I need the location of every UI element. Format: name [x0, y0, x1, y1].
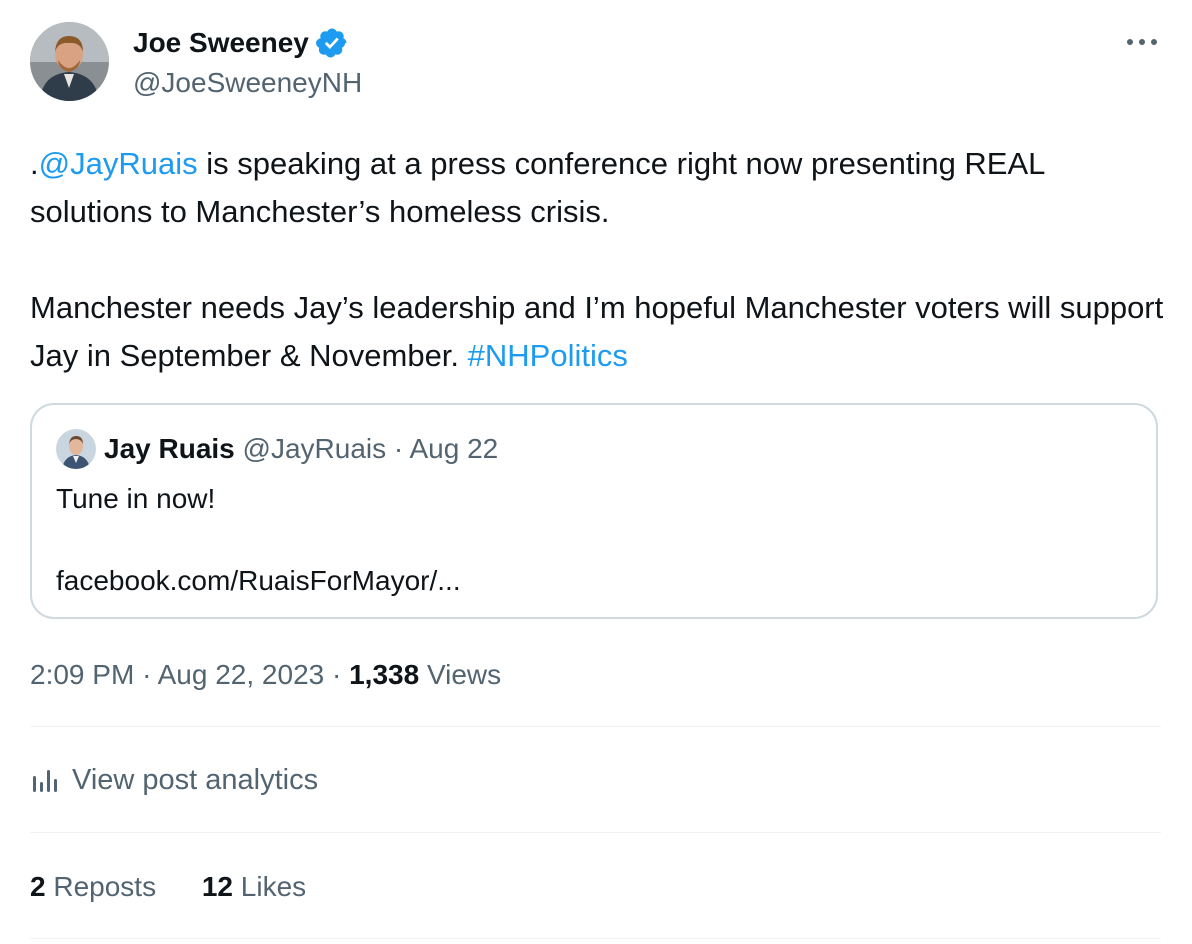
quoted-text: Tune in now! [56, 483, 216, 514]
engagement-stats: 2 Reposts 12 Likes [30, 869, 306, 905]
tweet-prefix: . [30, 146, 39, 181]
author-name-text[interactable]: Joe Sweeney [133, 26, 309, 60]
quoted-separator: · [393, 433, 404, 464]
analytics-icon [33, 770, 57, 792]
tweet-paragraph-2: Manchester needs Jay’s leadership and I’… [30, 284, 1165, 380]
quoted-tweet-card[interactable]: Jay Ruais @JayRuais · Aug 22 Tune in now… [30, 403, 1158, 619]
meta-separator: · [142, 659, 158, 690]
likes-label: Likes [240, 871, 307, 902]
likes-stat[interactable]: 12 Likes [202, 871, 306, 902]
views-label: Views [426, 659, 502, 690]
view-analytics-button[interactable]: View post analytics [30, 762, 318, 798]
reposts-count: 2 [30, 871, 46, 902]
divider [30, 938, 1161, 939]
tweet-text: .@JayRuais is speaking at a press confer… [30, 140, 1165, 380]
author-avatar[interactable] [30, 22, 109, 101]
author-name[interactable]: Joe Sweeney [133, 26, 349, 60]
divider [30, 832, 1161, 833]
quoted-author-handle[interactable]: @JayRuais [243, 433, 387, 464]
tweet-paragraph-1: .@JayRuais is speaking at a press confer… [30, 140, 1165, 236]
quoted-author-name[interactable]: Jay Ruais [104, 433, 235, 464]
quoted-header: Jay Ruais @JayRuais · Aug 22 [104, 432, 498, 466]
meta-separator: · [332, 659, 350, 690]
author-handle[interactable]: @JoeSweeneyNH [133, 66, 362, 100]
reposts-stat[interactable]: 2 Reposts [30, 871, 156, 902]
verified-badge-icon [315, 28, 347, 58]
tweet-metadata: 2:09 PM · Aug 22, 2023 · 1,338 Views [30, 657, 501, 693]
tweet-date[interactable]: Aug 22, 2023 [158, 659, 325, 690]
analytics-label[interactable]: View post analytics [72, 762, 318, 798]
likes-count: 12 [201, 871, 234, 902]
quoted-link[interactable]: facebook.com/RuaisForMayor/... [56, 563, 461, 599]
reposts-label: Reposts [53, 871, 157, 902]
tweet-time[interactable]: 2:09 PM [30, 659, 134, 690]
more-options-button[interactable] [1122, 22, 1162, 62]
divider [30, 726, 1161, 727]
views-count: 1,338 [349, 659, 420, 690]
hashtag-link[interactable]: #NHPolitics [468, 338, 628, 373]
quoted-author-avatar[interactable] [56, 429, 96, 469]
quoted-date[interactable]: Aug 22 [409, 433, 498, 464]
more-dots-icon [1127, 39, 1157, 45]
mention-link[interactable]: @JayRuais [39, 146, 198, 181]
